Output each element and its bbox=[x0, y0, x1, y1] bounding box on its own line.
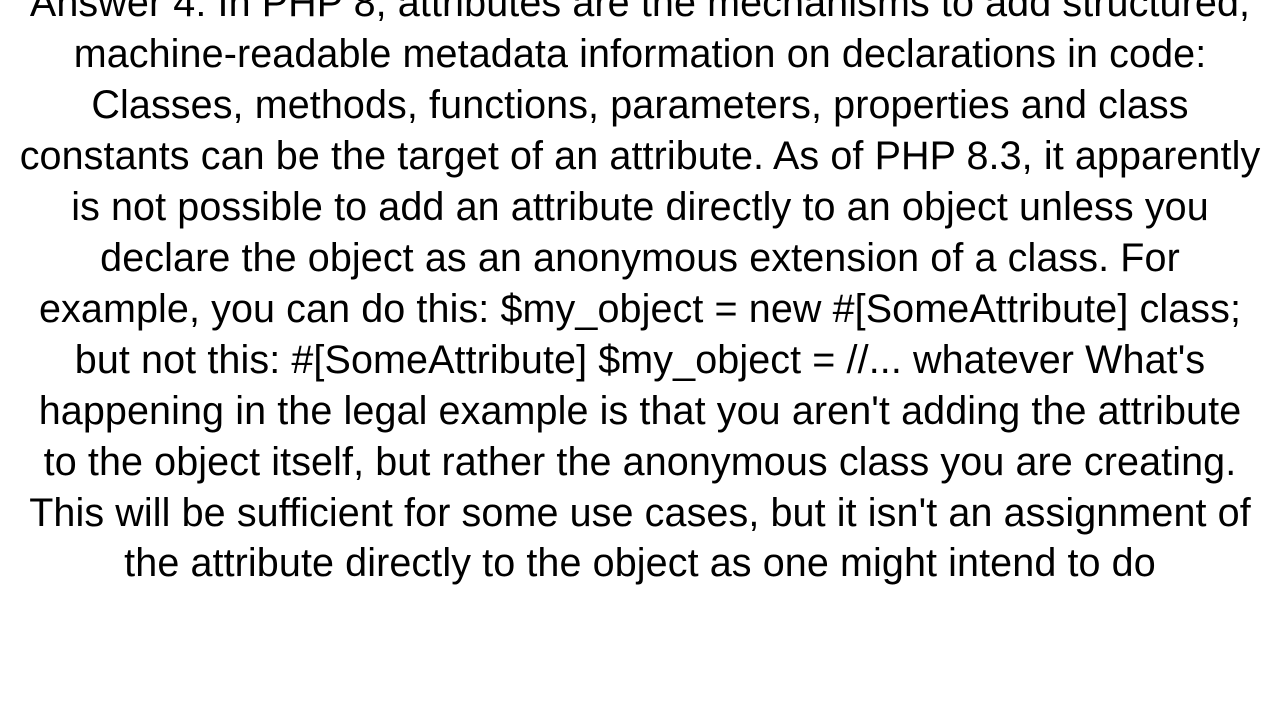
document-page: Answer 4: In PHP 8, attributes are the m… bbox=[0, 0, 1280, 720]
answer-body-text: Answer 4: In PHP 8, attributes are the m… bbox=[0, 0, 1280, 589]
